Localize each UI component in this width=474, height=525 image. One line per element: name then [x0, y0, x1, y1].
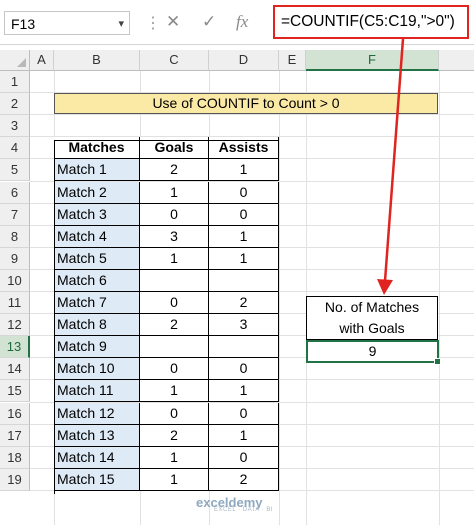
- row-header[interactable]: 16: [0, 402, 30, 425]
- goals-cell[interactable]: 1: [140, 181, 209, 204]
- name-box[interactable]: F13 ▾: [4, 11, 130, 35]
- match-name-cell[interactable]: Match 13: [54, 424, 140, 447]
- row-header[interactable]: 13: [0, 336, 30, 359]
- match-name-cell[interactable]: Match 1: [54, 159, 140, 182]
- row-header[interactable]: 7: [0, 203, 30, 226]
- assists-cell[interactable]: 2: [209, 468, 279, 491]
- row-header[interactable]: 17: [0, 424, 30, 447]
- goals-cell[interactable]: 2: [140, 314, 209, 337]
- assists-cell[interactable]: 1: [209, 159, 279, 182]
- watermark-tagline: EXCEL · DATA · BI: [214, 507, 274, 513]
- goals-cell[interactable]: 1: [140, 446, 209, 469]
- drag-handle-icon[interactable]: ⋮: [145, 13, 161, 33]
- row-header[interactable]: 19: [0, 468, 30, 491]
- column-header-c[interactable]: C: [140, 50, 209, 71]
- row-header[interactable]: 8: [0, 225, 30, 248]
- row-header[interactable]: 14: [0, 358, 30, 381]
- assists-cell[interactable]: 0: [209, 402, 279, 425]
- goals-cell[interactable]: 0: [140, 203, 209, 226]
- sheet-title[interactable]: Use of COUNTIF to Count > 0: [54, 93, 438, 114]
- assists-cell[interactable]: [209, 269, 279, 292]
- result-value-cell[interactable]: 9: [306, 340, 441, 365]
- goals-cell[interactable]: [140, 336, 209, 359]
- table-header-cell[interactable]: Assists: [209, 137, 279, 160]
- goals-cell[interactable]: 2: [140, 424, 209, 447]
- row-header[interactable]: 10: [0, 269, 30, 292]
- goals-cell[interactable]: 3: [140, 225, 209, 248]
- assists-cell[interactable]: 0: [209, 181, 279, 204]
- goals-cell[interactable]: 1: [140, 380, 209, 403]
- table-header-cell[interactable]: Goals: [140, 137, 209, 160]
- formula-input[interactable]: =COUNTIF(C5:C19,">0"): [273, 5, 469, 39]
- chevron-down-icon[interactable]: ▾: [118, 12, 124, 36]
- row-header[interactable]: 12: [0, 314, 30, 337]
- row-header[interactable]: 15: [0, 380, 30, 403]
- match-name-cell[interactable]: Match 14: [54, 446, 140, 469]
- match-name-cell[interactable]: Match 8: [54, 314, 140, 337]
- row-header[interactable]: 11: [0, 292, 30, 315]
- row-header[interactable]: 18: [0, 446, 30, 469]
- assists-cell[interactable]: 1: [209, 225, 279, 248]
- assists-cell[interactable]: [209, 336, 279, 359]
- assists-cell[interactable]: 0: [209, 446, 279, 469]
- row-header[interactable]: 3: [0, 115, 30, 138]
- enter-icon[interactable]: ✓: [202, 11, 216, 33]
- row-header[interactable]: 1: [0, 71, 30, 94]
- goals-cell[interactable]: 0: [140, 358, 209, 381]
- assists-cell[interactable]: 2: [209, 292, 279, 315]
- result-value: 9: [368, 343, 377, 359]
- goals-cell[interactable]: [140, 269, 209, 292]
- goals-cell[interactable]: 0: [140, 402, 209, 425]
- result-label-line2: with Goals: [339, 320, 405, 336]
- assists-cell[interactable]: 0: [209, 203, 279, 226]
- cancel-icon[interactable]: ✕: [166, 11, 180, 33]
- assists-cell[interactable]: 1: [209, 247, 279, 270]
- column-header-d[interactable]: D: [209, 50, 279, 71]
- match-name-cell[interactable]: Match 5: [54, 247, 140, 270]
- match-name-cell[interactable]: Match 12: [54, 402, 140, 425]
- goals-cell[interactable]: 0: [140, 292, 209, 315]
- match-name-cell[interactable]: Match 4: [54, 225, 140, 248]
- result-label-line1: No. of Matches: [324, 299, 420, 315]
- match-name-cell[interactable]: Match 2: [54, 181, 140, 204]
- row-header[interactable]: 9: [0, 247, 30, 270]
- row-header[interactable]: 5: [0, 159, 30, 182]
- column-header-b[interactable]: B: [54, 50, 140, 71]
- goals-cell[interactable]: 1: [140, 468, 209, 491]
- assists-cell[interactable]: 1: [209, 380, 279, 403]
- name-box-value: F13: [11, 16, 36, 32]
- match-name-cell[interactable]: Match 9: [54, 336, 140, 359]
- assists-cell[interactable]: 3: [209, 314, 279, 337]
- result-label[interactable]: No. of Matches with Goals: [306, 296, 438, 340]
- match-name-cell[interactable]: Match 10: [54, 358, 140, 381]
- watermark-logo: exceldemy EXCEL · DATA · BI: [196, 495, 273, 513]
- formula-bar: F13 ▾ ⋮ ✕ ✓ fx =COUNTIF(C5:C19,">0"): [0, 0, 474, 45]
- function-icon[interactable]: fx: [236, 11, 248, 33]
- match-name-cell[interactable]: Match 3: [54, 203, 140, 226]
- column-header-g[interactable]: [439, 50, 474, 71]
- row-header[interactable]: 2: [0, 93, 30, 116]
- match-name-cell[interactable]: Match 7: [54, 292, 140, 315]
- row-header[interactable]: 4: [0, 137, 30, 160]
- fill-handle[interactable]: [434, 358, 441, 365]
- goals-cell[interactable]: 1: [140, 247, 209, 270]
- column-header-a[interactable]: A: [30, 50, 54, 71]
- column-header-e[interactable]: E: [279, 50, 306, 71]
- column-header-f[interactable]: F: [306, 50, 439, 71]
- assists-cell[interactable]: 1: [209, 424, 279, 447]
- goals-cell[interactable]: 2: [140, 159, 209, 182]
- match-name-cell[interactable]: Match 6: [54, 269, 140, 292]
- assists-cell[interactable]: 0: [209, 358, 279, 381]
- table-header-cell[interactable]: Matches: [54, 137, 140, 160]
- row-header[interactable]: 6: [0, 181, 30, 204]
- match-name-cell[interactable]: Match 11: [54, 380, 140, 403]
- match-name-cell[interactable]: Match 15: [54, 468, 140, 491]
- select-all-button[interactable]: [0, 50, 30, 71]
